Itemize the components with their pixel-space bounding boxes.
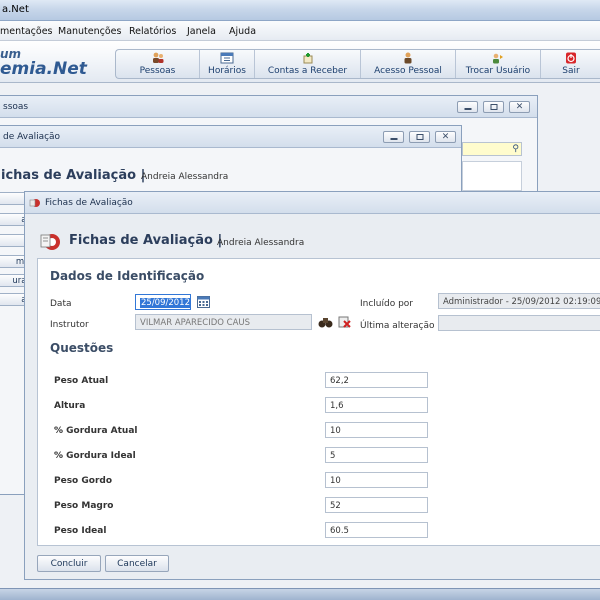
person-access-icon <box>404 52 412 64</box>
logo-text-bottom: emia.Net <box>0 59 87 79</box>
fichas-back-person: Andreia Alessandra <box>141 172 229 182</box>
sair-label: Sair <box>562 66 580 76</box>
menu-item-janela[interactable]: Janela <box>187 26 216 37</box>
menu-item-manutencoes[interactable]: Manutenções <box>58 26 121 37</box>
incluido-por-label: Incluído por <box>360 299 414 309</box>
maximize-button[interactable] <box>483 101 504 113</box>
pessoas-button[interactable]: Pessoas <box>116 50 200 78</box>
question-label: Peso Gordo <box>54 476 113 486</box>
taskbar <box>0 588 600 600</box>
toolbar-strip: Pessoas Horários Contas a Receber Acesso… <box>115 49 600 79</box>
close-button[interactable]: ✕ <box>509 101 530 113</box>
main-toolbar: um emia.Net Pessoas Horários Contas a Re… <box>0 41 600 83</box>
menu-bar: mentações Manutenções Relatórios Janela … <box>0 21 600 41</box>
app-title-bar: a.Net <box>0 0 600 21</box>
question-input[interactable]: 10 <box>325 422 428 438</box>
clear-field-icon[interactable] <box>338 316 351 328</box>
section-questoes: Questões <box>50 341 114 355</box>
ultima-alteracao-field[interactable] <box>438 315 600 331</box>
question-input[interactable]: 52 <box>325 497 428 513</box>
question-label: % Gordura Ideal <box>54 451 136 461</box>
search-icon[interactable]: ⚲ <box>512 144 519 154</box>
close-icon: ✕ <box>441 132 450 142</box>
data-label: Data <box>50 299 72 309</box>
pessoas-label: Pessoas <box>139 66 176 76</box>
search-input[interactable]: ⚲ <box>462 142 522 156</box>
people-icon <box>152 52 163 63</box>
trocar-usuario-label: Trocar Usuário <box>465 66 531 76</box>
close-button[interactable]: ✕ <box>435 131 456 143</box>
contas-a-receber-button[interactable]: Contas a Receber <box>255 50 361 78</box>
receivable-icon <box>303 53 312 64</box>
fichas-front-title: Fichas de Avaliação <box>45 198 133 208</box>
form-panel: Dados de Identificação Data 25/09/2012 I… <box>37 258 600 546</box>
question-input[interactable]: 5 <box>325 447 428 463</box>
fichas-back-title: de Avaliação <box>3 132 61 142</box>
question-input[interactable]: 60.5 <box>325 522 428 538</box>
trocar-usuario-button[interactable]: Trocar Usuário <box>456 50 541 78</box>
minimize-button[interactable] <box>457 101 478 113</box>
minimize-button[interactable] <box>383 131 404 143</box>
acesso-pessoal-button[interactable]: Acesso Pessoal <box>361 50 456 78</box>
fichas-window-front: Fichas de Avaliação Fichas de Avaliação … <box>24 191 600 580</box>
contas-a-receber-label: Contas a Receber <box>267 66 348 76</box>
ultima-alteracao-label: Última alteração <box>360 321 435 331</box>
minimize-icon <box>390 138 397 140</box>
calendar-picker-icon[interactable] <box>197 296 210 308</box>
horarios-label: Horários <box>208 66 246 76</box>
horarios-button[interactable]: Horários <box>200 50 255 78</box>
instrutor-field[interactable]: VILMAR APARECIDO CAUS <box>135 314 312 330</box>
menu-item-ajuda[interactable]: Ajuda <box>229 26 256 37</box>
switch-user-icon <box>493 53 503 64</box>
pessoas-window-titlebar[interactable]: ssoas ✕ <box>0 96 537 118</box>
question-input[interactable]: 10 <box>325 472 428 488</box>
question-input[interactable]: 1,6 <box>325 397 428 413</box>
binoculars-search-icon[interactable] <box>318 316 333 328</box>
close-icon: ✕ <box>515 102 524 112</box>
concluir-button[interactable]: Concluir <box>37 555 101 572</box>
fichas-front-titlebar[interactable]: Fichas de Avaliação <box>25 192 600 214</box>
incluido-por-field[interactable]: Administrador - 25/09/2012 02:19:09 <box>438 293 600 309</box>
acesso-pessoal-label: Acesso Pessoal <box>374 66 442 76</box>
evaluation-form-icon <box>40 234 60 250</box>
fichas-back-heading: ichas de Avaliação | <box>1 168 146 183</box>
maximize-button[interactable] <box>409 131 430 143</box>
pessoas-list[interactable] <box>462 161 522 191</box>
question-label: Peso Ideal <box>54 526 107 536</box>
exit-icon <box>566 52 576 64</box>
fichas-window-icon <box>29 199 40 207</box>
sair-button[interactable]: Sair <box>541 50 600 78</box>
section-dados-identificacao: Dados de Identificação <box>50 269 205 283</box>
question-label: Peso Atual <box>54 376 109 386</box>
question-input[interactable]: 62,2 <box>325 372 428 388</box>
data-value: 25/09/2012 <box>140 298 190 308</box>
pessoas-window-title: ssoas <box>3 102 29 112</box>
question-label: Altura <box>54 401 86 411</box>
calendar-icon <box>220 52 234 64</box>
question-label: Peso Magro <box>54 501 114 511</box>
fichas-front-person: Andreia Alessandra <box>217 238 305 248</box>
maximize-icon <box>490 104 497 110</box>
minimize-icon <box>464 108 471 110</box>
app-title: a.Net <box>2 4 29 15</box>
menu-item-relatorios[interactable]: Relatórios <box>129 26 176 37</box>
maximize-icon <box>416 134 423 140</box>
question-label: % Gordura Atual <box>54 426 138 436</box>
fichas-back-titlebar[interactable]: de Avaliação ✕ <box>0 126 461 148</box>
fichas-front-heading: Fichas de Avaliação | <box>69 233 223 248</box>
cancelar-button[interactable]: Cancelar <box>105 555 169 572</box>
data-field[interactable]: 25/09/2012 <box>135 294 191 310</box>
menu-item-movimentacoes[interactable]: mentações <box>0 26 53 37</box>
instrutor-label: Instrutor <box>50 320 89 330</box>
